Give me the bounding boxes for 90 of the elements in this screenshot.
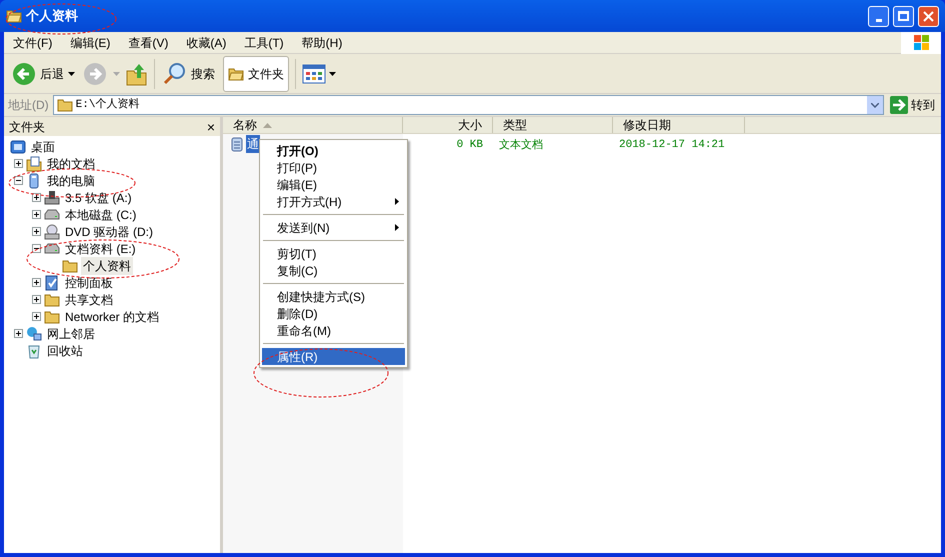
drive-icon bbox=[44, 242, 60, 254]
file-type: 文本文档 bbox=[498, 138, 544, 153]
tree-item[interactable]: 桌面 bbox=[29, 138, 57, 156]
folder-icon bbox=[56, 98, 73, 112]
expand-toggle[interactable] bbox=[32, 193, 41, 202]
sort-arrow-icon bbox=[263, 122, 272, 128]
column-header[interactable]: 大小 bbox=[403, 117, 493, 133]
close-button[interactable] bbox=[918, 6, 939, 26]
folder-icon bbox=[6, 9, 22, 23]
context-menu-item[interactable]: 剪切(T) bbox=[262, 245, 405, 262]
menu-item[interactable]: 收藏(A) bbox=[177, 34, 236, 52]
menu-item[interactable]: 查看(V) bbox=[119, 34, 178, 52]
menu-item[interactable]: 工具(T) bbox=[235, 34, 293, 52]
close-pane-button[interactable]: × bbox=[206, 120, 215, 134]
tree-item[interactable]: 3.5 软盘 (A:) bbox=[63, 188, 134, 206]
menu-item[interactable]: 帮助(H) bbox=[292, 34, 352, 52]
folder-icon bbox=[44, 310, 60, 324]
expand-toggle[interactable] bbox=[14, 159, 23, 168]
views-grid-icon bbox=[302, 64, 326, 84]
file-name[interactable]: 通 bbox=[246, 135, 260, 153]
search-button[interactable]: 搜索 bbox=[161, 56, 217, 90]
context-menu-item[interactable]: 打开(O) bbox=[262, 142, 405, 159]
submenu-arrow-icon bbox=[395, 198, 399, 205]
folder-icon bbox=[62, 258, 78, 272]
expand-toggle[interactable] bbox=[32, 278, 41, 287]
dropdown-caret-icon bbox=[329, 72, 336, 76]
column-header[interactable]: 名称 bbox=[223, 117, 403, 133]
search-icon bbox=[163, 62, 187, 86]
menu-item[interactable]: 文件(F) bbox=[4, 34, 62, 52]
text-file-icon bbox=[231, 136, 243, 152]
go-arrow-icon bbox=[890, 96, 908, 114]
context-menu-item[interactable]: 打印(P) bbox=[262, 159, 405, 176]
column-header[interactable]: 修改日期 bbox=[613, 117, 745, 133]
context-menu-item[interactable]: 重命名(M) bbox=[262, 322, 405, 339]
up-folder-icon[interactable] bbox=[126, 62, 148, 86]
back-button[interactable]: 后退 bbox=[10, 56, 77, 90]
minimize-button[interactable] bbox=[868, 6, 889, 26]
submenu-arrow-icon bbox=[395, 224, 399, 231]
desktop-icon bbox=[10, 138, 26, 154]
context-menu-item[interactable]: 属性(R) bbox=[262, 348, 405, 365]
column-header[interactable]: 类型 bbox=[493, 117, 613, 133]
address-label: 地址(D) bbox=[8, 97, 49, 114]
dvd-drive-icon bbox=[44, 224, 60, 240]
tree-item[interactable]: 本地磁盘 (C:) bbox=[63, 206, 138, 224]
expand-toggle[interactable] bbox=[32, 227, 41, 236]
folder-icon bbox=[44, 292, 60, 306]
dropdown-caret-icon bbox=[68, 72, 75, 76]
tree-item[interactable]: DVD 驱动器 (D:) bbox=[63, 222, 155, 240]
tree-item[interactable]: 文档资料 (E:) bbox=[63, 240, 138, 258]
menu-item[interactable]: 编辑(E) bbox=[61, 34, 120, 52]
address-field[interactable]: E:\个人资料 bbox=[52, 95, 884, 115]
drive-icon bbox=[44, 208, 60, 220]
tree-item[interactable]: 控制面板 bbox=[63, 274, 115, 292]
close-icon bbox=[923, 10, 934, 22]
dropdown-caret-icon bbox=[113, 72, 120, 76]
chevron-down-icon bbox=[871, 102, 879, 108]
context-menu-item[interactable]: 打开方式(H) bbox=[262, 193, 405, 210]
dropdown-button[interactable] bbox=[867, 96, 883, 114]
expand-toggle[interactable] bbox=[32, 312, 41, 321]
folder-icon bbox=[228, 66, 244, 80]
tree-item[interactable]: 个人资料 bbox=[81, 256, 133, 274]
context-menu-item[interactable]: 复制(C) bbox=[262, 262, 405, 279]
tree-item[interactable]: Networker 的文档 bbox=[63, 308, 162, 326]
file-date: 2018-12-17 14:21 bbox=[618, 138, 726, 153]
tree-item[interactable]: 网上邻居 bbox=[45, 324, 97, 342]
window-title: 个人资料 bbox=[26, 7, 78, 26]
tree-item[interactable]: 共享文档 bbox=[63, 290, 115, 308]
expand-toggle[interactable] bbox=[14, 329, 23, 338]
folders-button[interactable]: 文件夹 bbox=[223, 56, 289, 92]
file-size: 0 KB bbox=[456, 138, 484, 153]
network-icon bbox=[26, 326, 42, 342]
context-menu-item[interactable]: 编辑(E) bbox=[262, 176, 405, 193]
documents-folder-icon bbox=[26, 156, 42, 172]
context-menu-item[interactable]: 发送到(N) bbox=[262, 219, 405, 236]
tree-item[interactable]: 回收站 bbox=[45, 342, 85, 360]
windows-logo-icon bbox=[901, 32, 941, 54]
expand-toggle[interactable] bbox=[32, 244, 41, 253]
expand-toggle[interactable] bbox=[32, 210, 41, 219]
pane-title: 文件夹 bbox=[9, 118, 45, 136]
context-menu-item[interactable]: 删除(D) bbox=[262, 305, 405, 322]
expand-toggle[interactable] bbox=[32, 295, 41, 304]
maximize-icon bbox=[898, 11, 909, 21]
minimize-icon bbox=[876, 18, 882, 22]
floppy-drive-icon bbox=[44, 190, 60, 206]
maximize-button[interactable] bbox=[893, 6, 914, 26]
control-panel-icon bbox=[44, 274, 60, 290]
recycle-bin-icon bbox=[26, 342, 42, 358]
go-button[interactable]: 转到 bbox=[888, 96, 937, 114]
expand-toggle[interactable] bbox=[14, 176, 23, 185]
context-menu-item[interactable]: 创建快捷方式(S) bbox=[262, 288, 405, 305]
